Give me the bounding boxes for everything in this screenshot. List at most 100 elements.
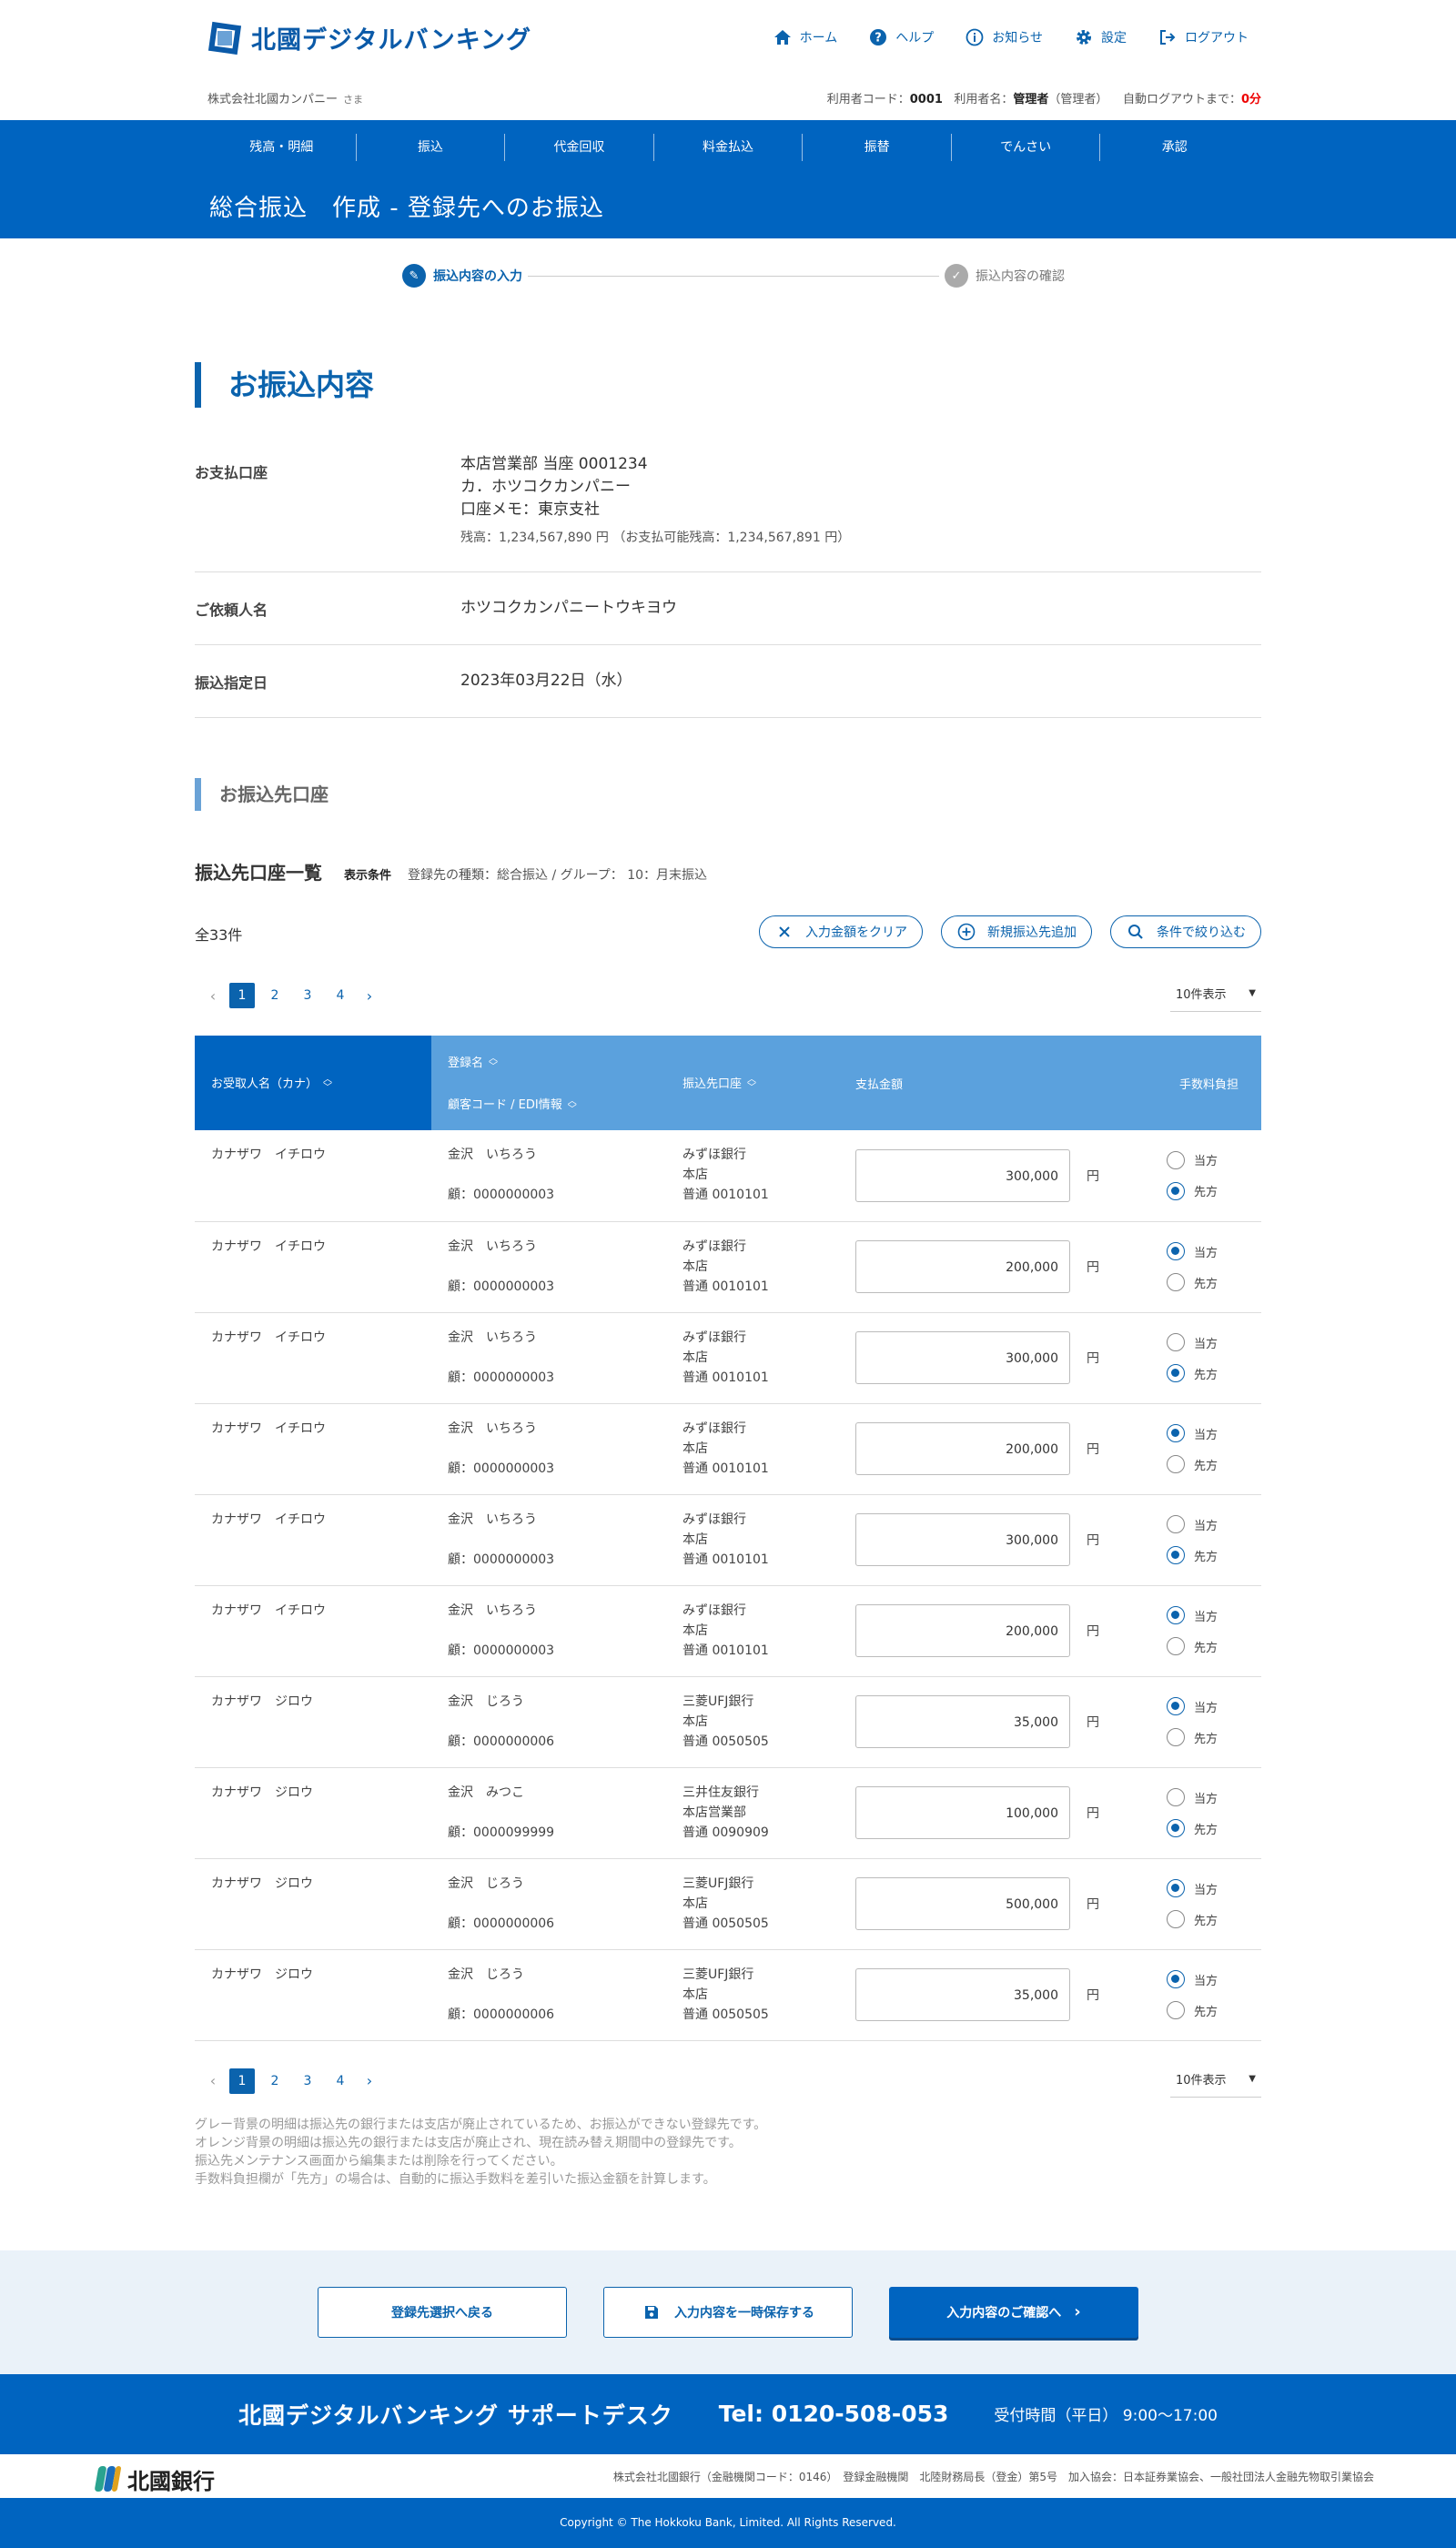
mainnav-collection[interactable]: 代金回収 bbox=[505, 134, 654, 161]
topnav-home[interactable]: ホーム bbox=[773, 27, 837, 47]
radio-icon[interactable] bbox=[1167, 1150, 1185, 1169]
col-registered-name[interactable]: 登録名 ︿ ﹀ 顧客コード / EDI情報 ︿ ﹀ bbox=[431, 1036, 682, 1130]
recipient-kana: カナザワ イチロウ bbox=[211, 1330, 326, 1345]
fee-other-radio[interactable]: 先方 bbox=[1167, 1540, 1261, 1571]
per-page-select[interactable]: 10件表示 ▼ bbox=[1170, 2061, 1261, 2098]
page-2[interactable]: 2 bbox=[262, 2068, 288, 2094]
clear-amount-button[interactable]: 入力金額をクリア bbox=[759, 915, 923, 948]
fee-this-radio[interactable]: 当方 bbox=[1167, 1509, 1261, 1540]
fee-this-radio[interactable]: 当方 bbox=[1167, 1782, 1261, 1813]
fee-this-radio[interactable]: 当方 bbox=[1167, 1964, 1261, 1995]
radio-icon[interactable] bbox=[1167, 1788, 1185, 1806]
cell-amount: 200,000 円 bbox=[855, 1403, 1119, 1495]
radio-icon[interactable] bbox=[1167, 1697, 1185, 1715]
top-navigation: ホーム ? ヘルプ お知らせ 設定 ログアウト bbox=[773, 27, 1249, 47]
radio-icon[interactable] bbox=[1167, 1424, 1185, 1442]
fee-this-radio[interactable]: 当方 bbox=[1167, 1691, 1261, 1722]
radio-icon[interactable] bbox=[1167, 1181, 1185, 1200]
amount-input[interactable]: 35,000 bbox=[855, 1695, 1070, 1748]
fee-other-radio[interactable]: 先方 bbox=[1167, 1267, 1261, 1298]
per-page-select[interactable]: 10件表示 ▼ bbox=[1170, 976, 1261, 1012]
mainnav-approval[interactable]: 承認 bbox=[1100, 134, 1249, 161]
chevron-left-icon[interactable]: ‹ bbox=[204, 2072, 222, 2089]
radio-icon[interactable] bbox=[1167, 1819, 1185, 1837]
radio-icon[interactable] bbox=[1167, 1242, 1185, 1260]
chevron-left-icon[interactable]: ‹ bbox=[204, 987, 222, 1005]
page-3[interactable]: 3 bbox=[295, 983, 320, 1008]
amount-input[interactable]: 500,000 bbox=[855, 1877, 1070, 1930]
fee-this-radio[interactable]: 当方 bbox=[1167, 1418, 1261, 1449]
amount-input[interactable]: 300,000 bbox=[855, 1148, 1070, 1202]
brand-logo[interactable]: 北國デジタルバンキング bbox=[207, 20, 531, 56]
radio-icon[interactable] bbox=[1167, 1515, 1185, 1533]
user-code-label: 利用者コード： bbox=[826, 93, 910, 106]
confirm-button[interactable]: 入力内容のご確認へ › bbox=[889, 2286, 1138, 2338]
fee-this-radio[interactable]: 当方 bbox=[1167, 1236, 1261, 1267]
page-2[interactable]: 2 bbox=[262, 983, 288, 1008]
radio-icon[interactable] bbox=[1167, 1546, 1185, 1564]
amount-input[interactable]: 100,000 bbox=[855, 1786, 1070, 1839]
add-destination-button[interactable]: 新規振込先追加 bbox=[941, 915, 1092, 948]
mainnav-densai[interactable]: でんさい bbox=[952, 134, 1101, 161]
support-tel[interactable]: Tel: 0120-508-053 bbox=[719, 2401, 949, 2427]
fee-other-radio[interactable]: 先方 bbox=[1167, 1995, 1261, 2026]
amount-input[interactable]: 200,000 bbox=[855, 1604, 1070, 1657]
radio-icon[interactable] bbox=[1167, 1879, 1185, 1897]
fee-other-radio[interactable]: 先方 bbox=[1167, 1904, 1261, 1935]
mainnav-furikae[interactable]: 振替 bbox=[803, 134, 952, 161]
radio-icon[interactable] bbox=[1167, 1273, 1185, 1291]
amount-input[interactable]: 200,000 bbox=[855, 1240, 1070, 1293]
radio-icon[interactable] bbox=[1167, 1455, 1185, 1473]
save-draft-button[interactable]: 入力内容を一時保存する bbox=[603, 2286, 853, 2338]
amount-input[interactable]: 300,000 bbox=[855, 1331, 1070, 1384]
radio-icon[interactable] bbox=[1167, 1606, 1185, 1624]
amount-input[interactable]: 300,000 bbox=[855, 1513, 1070, 1566]
chevron-right-icon[interactable]: › bbox=[360, 987, 379, 1005]
fee-other-label: 先方 bbox=[1194, 1732, 1218, 1746]
topnav-logout[interactable]: ログアウト bbox=[1158, 27, 1249, 47]
radio-icon[interactable] bbox=[1167, 1728, 1185, 1746]
page-4[interactable]: 4 bbox=[328, 2068, 353, 2094]
mainnav-transfer[interactable]: 振込 bbox=[357, 134, 506, 161]
topnav-help[interactable]: ? ヘルプ bbox=[868, 27, 934, 47]
user-name: 管理者 bbox=[1013, 93, 1049, 106]
fee-this-radio[interactable]: 当方 bbox=[1167, 1600, 1261, 1631]
fee-other-radio[interactable]: 先方 bbox=[1167, 1449, 1261, 1480]
col-kana[interactable]: お受取人名（カナ） ︿ ﹀ bbox=[195, 1036, 431, 1130]
fee-this-radio[interactable]: 当方 bbox=[1167, 1873, 1261, 1904]
radio-icon[interactable] bbox=[1167, 1970, 1185, 1988]
page-1[interactable]: 1 bbox=[229, 983, 255, 1008]
radio-icon[interactable] bbox=[1167, 1364, 1185, 1382]
topnav-settings[interactable]: 設定 bbox=[1074, 27, 1127, 47]
radio-icon[interactable] bbox=[1167, 1910, 1185, 1928]
amount-input[interactable]: 35,000 bbox=[855, 1968, 1070, 2021]
yen-unit: 円 bbox=[1087, 1806, 1099, 1821]
filter-button[interactable]: 条件で絞り込む bbox=[1110, 915, 1261, 948]
radio-icon[interactable] bbox=[1167, 2001, 1185, 2019]
page-3[interactable]: 3 bbox=[295, 2068, 320, 2094]
fee-this-radio[interactable]: 当方 bbox=[1167, 1327, 1261, 1358]
cell-fee: 当方 先方 bbox=[1119, 1312, 1261, 1404]
mainnav-payment[interactable]: 料金払込 bbox=[654, 134, 804, 161]
fee-other-radio[interactable]: 先方 bbox=[1167, 1722, 1261, 1753]
fee-this-radio[interactable]: 当方 bbox=[1167, 1145, 1261, 1176]
page-1[interactable]: 1 bbox=[229, 2068, 255, 2094]
fee-other-radio[interactable]: 先方 bbox=[1167, 1358, 1261, 1389]
mainnav-balance[interactable]: 残高・明細 bbox=[207, 134, 357, 161]
save-icon bbox=[642, 2302, 662, 2322]
chevron-right-icon[interactable]: › bbox=[360, 2072, 379, 2089]
cell-amount: 500,000 円 bbox=[855, 1858, 1119, 1950]
fee-other-radio[interactable]: 先方 bbox=[1167, 1813, 1261, 1844]
amount-input[interactable]: 200,000 bbox=[855, 1422, 1070, 1475]
user-code: 0001 bbox=[909, 93, 943, 106]
back-button[interactable]: 登録先選択へ戻る bbox=[318, 2286, 567, 2338]
fee-other-radio[interactable]: 先方 bbox=[1167, 1631, 1261, 1662]
radio-icon[interactable] bbox=[1167, 1637, 1185, 1655]
radio-icon[interactable] bbox=[1167, 1333, 1185, 1351]
page-4[interactable]: 4 bbox=[328, 983, 353, 1008]
bank-logo[interactable]: 北國銀行 bbox=[94, 2463, 215, 2495]
topnav-news[interactable]: お知らせ bbox=[965, 27, 1043, 47]
fee-other-radio[interactable]: 先方 bbox=[1167, 1176, 1261, 1207]
yen-unit: 円 bbox=[1087, 1168, 1099, 1184]
col-bank[interactable]: 振込先口座 ︿ ﹀ bbox=[682, 1036, 855, 1130]
